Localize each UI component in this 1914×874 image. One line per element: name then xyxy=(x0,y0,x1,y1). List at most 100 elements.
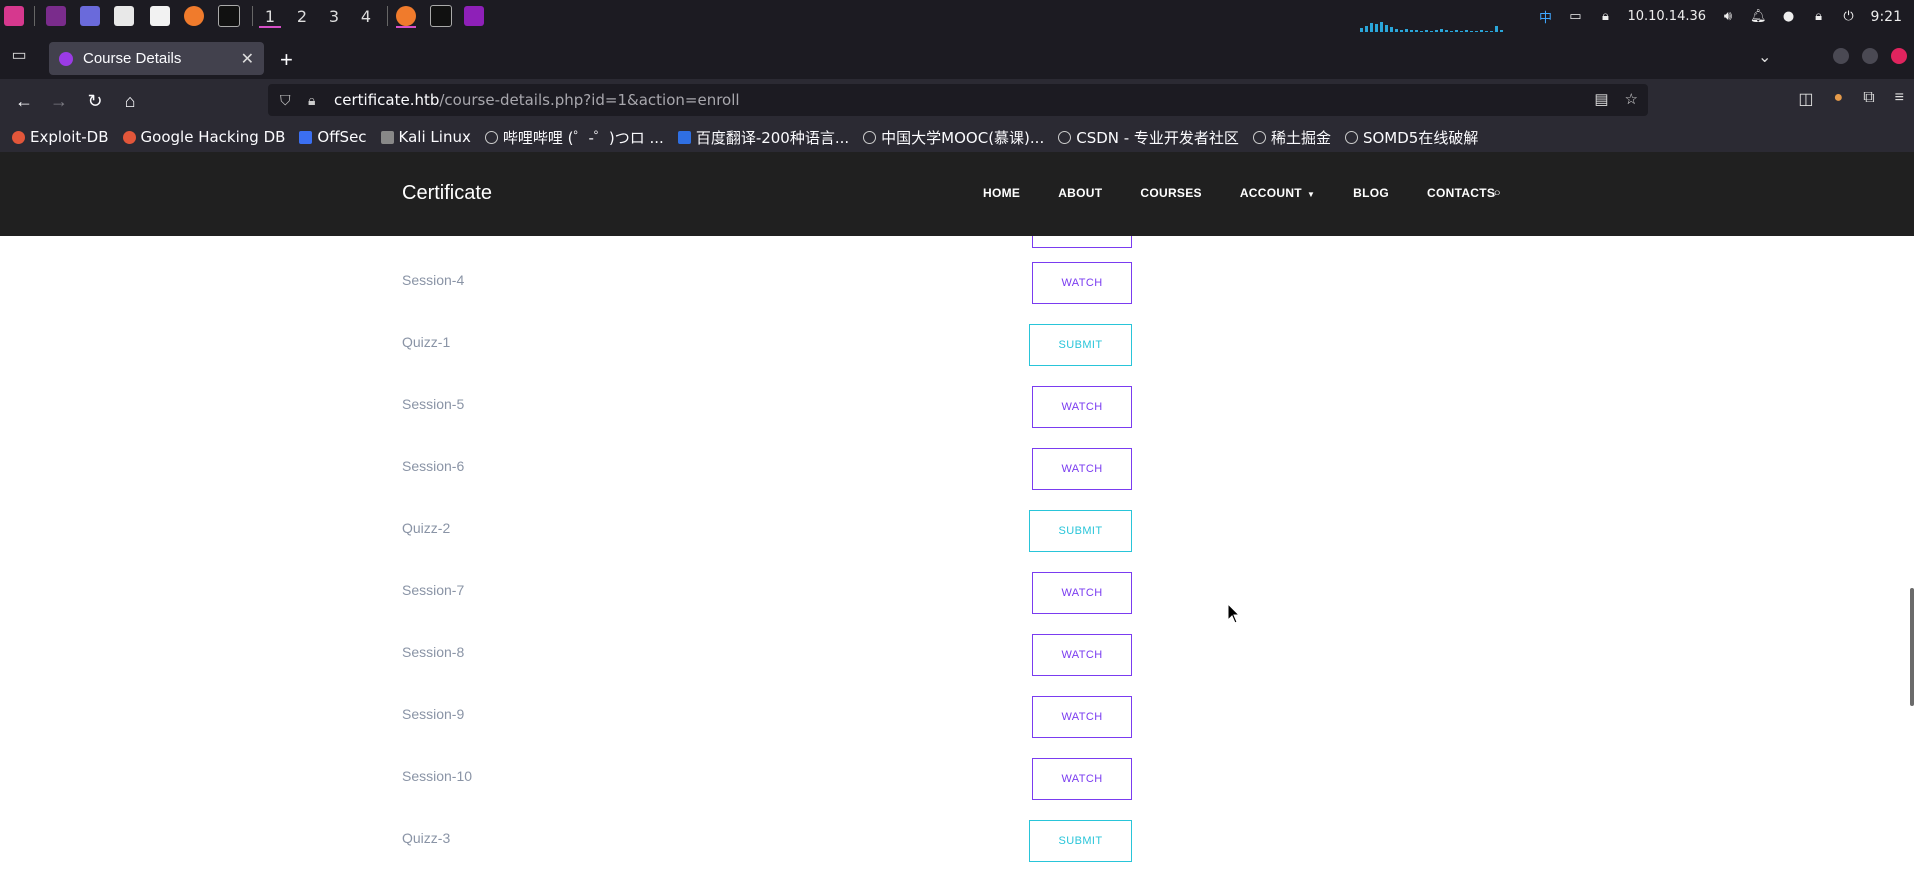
audio-visualizer xyxy=(1360,22,1530,32)
close-tab-icon[interactable]: ✕ xyxy=(241,49,254,69)
editor-launcher-icon[interactable] xyxy=(150,6,170,26)
nav-contacts[interactable]: CONTACTS xyxy=(1427,186,1495,200)
globe-icon xyxy=(484,130,498,144)
bookmark-label: 稀土掘金 xyxy=(1270,128,1331,147)
list-item: Quizz-3 SUBMIT xyxy=(402,784,1132,862)
system-tray: 中 ▭ 🔒︎ 10.10.14.36 🔊︎ 🔔︎ ● 🔒︎ ⏻ 9:21 xyxy=(1537,0,1902,33)
url-text[interactable]: certificate.htb/course-details.php?id=1&… xyxy=(334,91,740,109)
tracking-shield-icon[interactable]: ⛉ xyxy=(280,92,298,109)
forward-arrow-icon[interactable]: → xyxy=(47,89,71,113)
minimize-window-button[interactable] xyxy=(1833,48,1849,64)
list-all-tabs-chevron-icon[interactable]: ⌄ xyxy=(1758,47,1771,67)
notification-bell-icon[interactable]: 🔔︎ xyxy=(1750,9,1767,24)
bookmark-label: 哔哩哔哩 (゜-゜)つロ ... xyxy=(502,128,664,147)
item-label: Session-5 xyxy=(402,396,465,412)
terminal-launcher-icon[interactable] xyxy=(46,6,66,26)
search-icon[interactable]: ⌕ xyxy=(1493,184,1501,201)
workspace-1[interactable]: 1 xyxy=(259,6,281,28)
kali-menu-icon[interactable] xyxy=(4,6,24,26)
home-icon[interactable]: ⌂ xyxy=(118,89,142,113)
files-launcher-icon[interactable] xyxy=(114,6,134,26)
bookmark-item[interactable]: Google Hacking DB xyxy=(122,128,286,146)
submit-button[interactable]: SUBMIT xyxy=(1029,820,1132,862)
bookmark-item[interactable]: 中国大学MOOC(慕课)... xyxy=(863,127,1044,148)
site-favicon-icon xyxy=(59,51,73,66)
ip-address-label: 10.10.14.36 xyxy=(1627,9,1707,24)
vpn-lock-icon[interactable]: 🔒︎ xyxy=(1597,9,1613,24)
bookmark-label: SOMD5在线破解 xyxy=(1362,128,1479,147)
settings-launcher-icon[interactable] xyxy=(80,6,100,26)
nav-about[interactable]: ABOUT xyxy=(1058,186,1102,200)
bookmark-item[interactable]: Kali Linux xyxy=(380,128,471,146)
globe-icon xyxy=(1344,130,1358,144)
list-item: Session-4 WATCH xyxy=(402,236,1132,304)
bookmark-label: OffSec xyxy=(317,128,367,146)
list-item: Session-6 WATCH xyxy=(402,412,1132,490)
power-icon[interactable]: ⏻ xyxy=(1841,9,1857,24)
item-label: Session-4 xyxy=(402,272,465,288)
terminal-icon[interactable] xyxy=(218,5,240,27)
nav-home[interactable]: HOME xyxy=(983,186,1020,200)
list-item: Quizz-2 SUBMIT xyxy=(402,474,1132,552)
bookmark-item[interactable]: 百度翻译-200种语言... xyxy=(677,127,849,148)
item-label: Session-6 xyxy=(402,458,465,474)
bookmarks-toolbar: Exploit-DB Google Hacking DB OffSec Kali… xyxy=(0,122,1914,152)
firefox-launcher-icon[interactable] xyxy=(184,6,204,26)
status-circle-icon[interactable]: ● xyxy=(1781,9,1797,24)
bookmark-star-icon[interactable]: ☆ xyxy=(1625,90,1638,108)
nav-account[interactable]: ACCOUNT ▼ xyxy=(1240,186,1315,200)
item-label: Quizz-3 xyxy=(402,830,451,846)
tab-title: Course Details xyxy=(83,50,182,67)
bookmark-item[interactable]: 稀土掘金 xyxy=(1252,127,1331,148)
site-header: Certificate HOME ABOUT COURSES ACCOUNT ▼ … xyxy=(0,152,1914,236)
globe-icon xyxy=(1058,130,1072,144)
bookmark-item[interactable]: SOMD5在线破解 xyxy=(1344,127,1479,148)
extension-avatar-icon[interactable]: ● xyxy=(1834,89,1844,109)
app-menu-icon[interactable]: ≡ xyxy=(1895,89,1904,109)
offsec-icon xyxy=(299,130,313,144)
url-host: certificate.htb xyxy=(334,91,440,109)
address-bar[interactable]: ⛉ 🔒︎ certificate.htb/course-details.php?… xyxy=(268,84,1648,116)
reload-icon[interactable]: ↻ xyxy=(83,89,107,113)
list-item: Session-9 WATCH xyxy=(402,660,1132,738)
bookmark-item[interactable]: Exploit-DB xyxy=(12,128,109,146)
back-arrow-icon[interactable]: ← xyxy=(12,89,36,113)
tab-course-details[interactable]: Course Details ✕ xyxy=(49,42,264,75)
extensions-puzzle-icon[interactable]: ⧉ xyxy=(1863,89,1874,109)
site-brand[interactable]: Certificate xyxy=(402,182,492,205)
bookmark-item[interactable]: OffSec xyxy=(299,128,367,146)
bookmark-label: Exploit-DB xyxy=(30,128,109,146)
bookmark-item[interactable]: 哔哩哔哩 (゜-゜)つロ ... xyxy=(484,127,664,148)
reader-view-icon[interactable]: ▤ xyxy=(1594,90,1608,108)
workspace-4[interactable]: 4 xyxy=(355,6,377,26)
volume-icon[interactable]: 🔊︎ xyxy=(1720,9,1736,24)
item-label: Session-10 xyxy=(402,768,473,784)
page-scrollbar[interactable] xyxy=(1910,588,1914,706)
list-item: Session-10 WATCH xyxy=(402,722,1132,800)
firefox-view-icon[interactable]: ▭ xyxy=(0,45,38,65)
exploit-db-icon xyxy=(12,130,25,144)
item-label: Session-9 xyxy=(402,706,465,722)
site-nav-menu: HOME ABOUT COURSES ACCOUNT ▼ BLOG CONTACT… xyxy=(983,186,1533,200)
connection-lock-icon[interactable]: 🔒︎ xyxy=(308,92,326,109)
bookmark-label: Google Hacking DB xyxy=(140,128,286,146)
browser-tab-bar: ▭ Course Details ✕ + ⌄ xyxy=(0,33,1914,79)
bookmark-label: CSDN - 专业开发者社区 xyxy=(1076,128,1239,147)
kali-dragon-icon xyxy=(380,130,394,144)
display-icon[interactable]: ▭ xyxy=(1567,9,1583,24)
browser-nav-bar: ← → ↻ ⌂ ⛉ 🔒︎ certificate.htb/course-deta… xyxy=(0,79,1914,122)
nav-courses[interactable]: COURSES xyxy=(1140,186,1201,200)
folder-window-icon[interactable] xyxy=(464,6,484,26)
close-window-button[interactable] xyxy=(1891,48,1907,64)
bookmark-item[interactable]: CSDN - 专业开发者社区 xyxy=(1058,127,1239,148)
maximize-window-button[interactable] xyxy=(1862,48,1878,64)
workspace-2[interactable]: 2 xyxy=(291,6,313,26)
new-tab-plus-icon[interactable]: + xyxy=(280,47,293,73)
terminal-window-icon[interactable] xyxy=(430,5,452,27)
pocket-icon[interactable]: ◫ xyxy=(1798,89,1813,109)
screen-lock-icon[interactable]: 🔒︎ xyxy=(1811,9,1827,24)
nav-blog[interactable]: BLOG xyxy=(1353,186,1389,200)
input-method-indicator[interactable]: 中 xyxy=(1537,7,1553,26)
workspace-3[interactable]: 3 xyxy=(323,6,345,26)
firefox-window-icon[interactable] xyxy=(396,6,416,28)
